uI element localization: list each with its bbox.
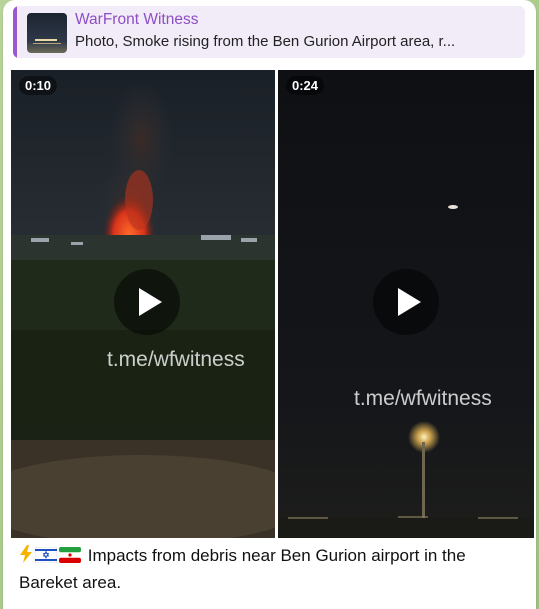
reply-sender-name: WarFront Witness bbox=[75, 11, 199, 28]
video-1-watermark: t.me/wfwitness bbox=[107, 348, 245, 371]
play-button-2[interactable] bbox=[373, 269, 439, 335]
reply-preview[interactable]: WarFront Witness Photo, Smoke rising fro… bbox=[13, 6, 525, 58]
video-thumbnail-1[interactable]: 0:10 t.me/wfwitness bbox=[11, 70, 275, 538]
video-1-duration: 0:10 bbox=[19, 76, 58, 95]
reply-snippet: Photo, Smoke rising from the Ben Gurion … bbox=[75, 33, 456, 50]
israel-flag-emoji bbox=[34, 545, 58, 570]
video-2-watermark: t.me/wfwitness bbox=[354, 387, 492, 410]
caption-text: Impacts from debris near Ben Gurion airp… bbox=[19, 546, 466, 592]
reply-thumbnail bbox=[27, 13, 67, 53]
message-caption: Impacts from debris near Ben Gurion airp… bbox=[19, 543, 524, 595]
lightning-emoji bbox=[19, 545, 33, 570]
play-icon bbox=[139, 288, 162, 316]
video-thumbnail-2[interactable]: 0:24 t.me/wfwitness bbox=[278, 70, 534, 538]
play-button-1[interactable] bbox=[114, 269, 180, 335]
message-bubble: WarFront Witness Photo, Smoke rising fro… bbox=[3, 0, 536, 609]
reply-accent-bar bbox=[13, 6, 17, 58]
video-2-duration: 0:24 bbox=[286, 76, 325, 95]
play-icon bbox=[398, 288, 421, 316]
iran-flag-emoji bbox=[59, 545, 81, 570]
